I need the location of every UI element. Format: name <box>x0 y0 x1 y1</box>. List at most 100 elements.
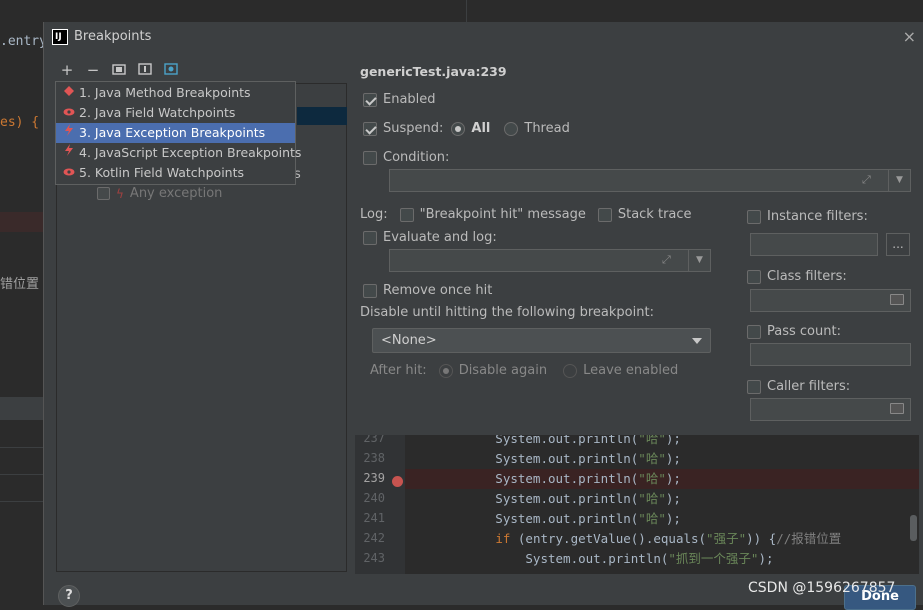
code-line-current: System.out.println("哈"); <box>405 469 919 489</box>
disable-again-radio[interactable] <box>438 363 453 378</box>
breakpoint-title: genericTest.java:239 <box>360 64 507 79</box>
caller-filters-input[interactable] <box>750 398 911 421</box>
add-breakpoint-menu: 1. Java Method Breakpoints 2. Java Field… <box>55 81 301 185</box>
dialog-title: Breakpoints <box>74 29 152 44</box>
eye-icon <box>63 103 75 123</box>
enabled-checkbox[interactable] <box>363 92 377 107</box>
stack-trace-checkbox[interactable] <box>597 207 612 222</box>
any-exception-checkbox[interactable] <box>97 187 110 200</box>
menu-item-label: 1. Java Method Breakpoints <box>79 85 251 100</box>
condition-checkbox[interactable] <box>363 150 377 165</box>
leave-enabled-radio[interactable] <box>563 363 578 378</box>
tree-item-any-exception[interactable]: ϟ Any exception <box>97 186 222 201</box>
instance-filters-input[interactable] <box>750 233 878 256</box>
chevron-down-icon[interactable]: ▼ <box>888 170 910 191</box>
suspend-row: Suspend: All Thread <box>363 121 570 136</box>
leave-enabled-label: Leave enabled <box>583 363 679 378</box>
code-preview[interactable]: 237 238 239 240 241 242 243 System.out.p… <box>355 435 919 574</box>
group-by-class-button[interactable] <box>162 61 180 79</box>
menu-item-javascript-exception-breakpoints[interactable]: 4. JavaScript Exception Breakpoints <box>56 143 301 163</box>
suspend-all-label: All <box>471 121 491 136</box>
code-line: System.out.println("哈"); <box>405 451 681 466</box>
menu-item-java-exception-breakpoints[interactable]: 3. Java Exception Breakpoints <box>56 123 295 143</box>
chevron-down-icon[interactable]: ▼ <box>688 250 710 271</box>
background-divider <box>466 0 467 22</box>
folder-icon[interactable] <box>890 403 904 414</box>
line-number-gutter: 237 238 239 240 241 242 243 <box>355 435 405 574</box>
chevron-down-icon <box>692 338 702 344</box>
evaluate-checkbox[interactable] <box>363 230 377 245</box>
caller-filters-label: Caller filters: <box>767 379 851 394</box>
close-button[interactable]: × <box>903 27 916 46</box>
remove-breakpoint-button[interactable]: − <box>84 61 102 79</box>
any-exception-label: Any exception <box>129 186 223 201</box>
suspend-checkbox[interactable] <box>363 121 377 136</box>
line-number: 239 <box>363 471 385 485</box>
instance-filters-browse-button[interactable]: ... <box>886 233 910 256</box>
background-row-divider <box>0 447 45 448</box>
background-toolbar <box>45 0 923 22</box>
log-message-checkbox[interactable] <box>399 207 414 222</box>
line-number: 243 <box>363 551 385 565</box>
help-button[interactable]: ? <box>58 585 80 607</box>
evaluate-row: Evaluate and log: <box>363 230 497 245</box>
eye-icon <box>63 163 75 183</box>
suspend-label: Suspend: <box>383 121 444 136</box>
log-label: Log: <box>360 207 388 222</box>
line-number: 241 <box>363 511 385 525</box>
lightning-icon <box>63 143 75 163</box>
enabled-row: Enabled <box>363 92 436 107</box>
evaluate-input[interactable]: ⤢ ▼ <box>389 249 711 272</box>
breakpoint-icon[interactable] <box>392 476 403 487</box>
pass-count-input[interactable] <box>750 343 911 366</box>
condition-input[interactable]: ⤢ ▼ <box>389 169 911 192</box>
watermark: CSDN @1596267857 <box>748 580 896 596</box>
code-line: System.out.println("抓到一个强子"); <box>405 551 774 566</box>
instance-filters-label: Instance filters: <box>767 209 868 224</box>
stack-trace-label: Stack trace <box>617 207 692 222</box>
class-filters-checkbox[interactable] <box>747 269 761 284</box>
background-panel-header <box>0 397 45 420</box>
folder-icon[interactable] <box>890 294 904 305</box>
menu-item-label: 3. Java Exception Breakpoints <box>79 125 266 140</box>
background-code-fragment: es) { <box>0 115 40 130</box>
suspend-thread-radio[interactable] <box>504 121 519 136</box>
breakpoints-dialog: IJ Breakpoints × + − s ϟ Any exception 1… <box>43 22 923 610</box>
expand-icon[interactable]: ⤢ <box>662 253 676 267</box>
tree-selected-row[interactable] <box>297 107 347 125</box>
group-by-file-button[interactable] <box>110 61 128 79</box>
menu-item-kotlin-field-watchpoints[interactable]: 5. Kotlin Field Watchpoints <box>56 163 295 183</box>
menu-item-java-field-watchpoints[interactable]: 2. Java Field Watchpoints <box>56 103 295 123</box>
title-bar[interactable]: IJ Breakpoints × <box>44 22 923 52</box>
remove-once-hit-label: Remove once hit <box>383 283 493 298</box>
disable-until-select[interactable]: <None> <box>372 328 711 353</box>
suspend-all-radio[interactable] <box>451 121 466 136</box>
suspend-thread-label: Thread <box>524 121 570 136</box>
folder-icon <box>112 64 126 75</box>
background-editor: .entryS es) { 错位置 <box>0 0 55 605</box>
instance-filters-checkbox[interactable] <box>747 209 761 224</box>
code-line: System.out.println("哈"); <box>405 491 681 506</box>
line-number: 240 <box>363 491 385 505</box>
group-by-package-button[interactable] <box>136 61 154 79</box>
pass-count-row: Pass count: <box>747 324 841 339</box>
class-filters-input[interactable] <box>750 289 911 312</box>
class-icon <box>164 63 178 75</box>
disable-again-label: Disable again <box>458 363 548 378</box>
expand-icon[interactable]: ⤢ <box>862 173 876 187</box>
line-number: 238 <box>363 451 385 465</box>
after-hit-label: After hit: <box>370 363 427 378</box>
background-row-divider <box>0 501 45 502</box>
code-line: if (entry.getValue().equals("强子")) {//报错… <box>495 531 842 546</box>
background-breakpoint-line <box>0 212 45 232</box>
evaluate-label: Evaluate and log: <box>383 230 497 245</box>
menu-item-java-method-breakpoints[interactable]: 1. Java Method Breakpoints <box>56 83 295 103</box>
caller-filters-checkbox[interactable] <box>747 379 761 394</box>
scrollbar-thumb[interactable] <box>910 515 917 541</box>
remove-once-hit-checkbox[interactable] <box>363 283 377 298</box>
add-breakpoint-button[interactable]: + <box>58 61 76 79</box>
pass-count-checkbox[interactable] <box>747 324 761 339</box>
background-row-divider <box>0 474 45 475</box>
disable-until-value: <None> <box>381 333 437 348</box>
lightning-icon <box>63 123 75 143</box>
